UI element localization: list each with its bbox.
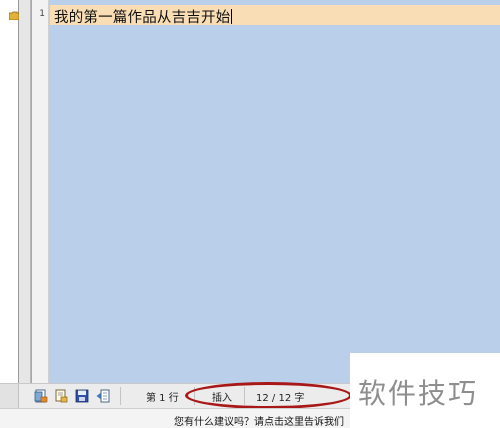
open-file-icon[interactable] [54, 389, 68, 403]
feedback-link[interactable]: 您有什么建议吗？请点击这里告诉我们 [174, 413, 344, 428]
text-caret [231, 9, 233, 24]
line-text-content: 我的第一篇作品从吉吉开始 [54, 10, 231, 26]
line-number: 1 [39, 9, 45, 19]
status-separator [120, 387, 121, 405]
new-file-icon[interactable] [34, 389, 48, 403]
text-editor[interactable]: 1 我的第一篇作品从吉吉开始 [31, 0, 500, 383]
status-left-strip [0, 384, 19, 408]
export-icon[interactable] [96, 389, 110, 403]
line-number-gutter: 1 [32, 0, 49, 383]
annotation-ellipse [185, 382, 352, 409]
line-indicator: 第 1 行 [146, 393, 179, 404]
line-text[interactable]: 我的第一篇作品从吉吉开始 [54, 6, 233, 27]
watermark: 软件技巧 [350, 353, 500, 428]
save-icon[interactable] [75, 389, 89, 403]
panel-splitter[interactable] [19, 0, 31, 386]
file-tree-panel[interactable] [0, 0, 20, 386]
current-line[interactable]: 我的第一篇作品从吉吉开始 [50, 5, 500, 27]
watermark-text: 软件技巧 [358, 377, 479, 410]
folder-icon[interactable] [8, 5, 20, 21]
